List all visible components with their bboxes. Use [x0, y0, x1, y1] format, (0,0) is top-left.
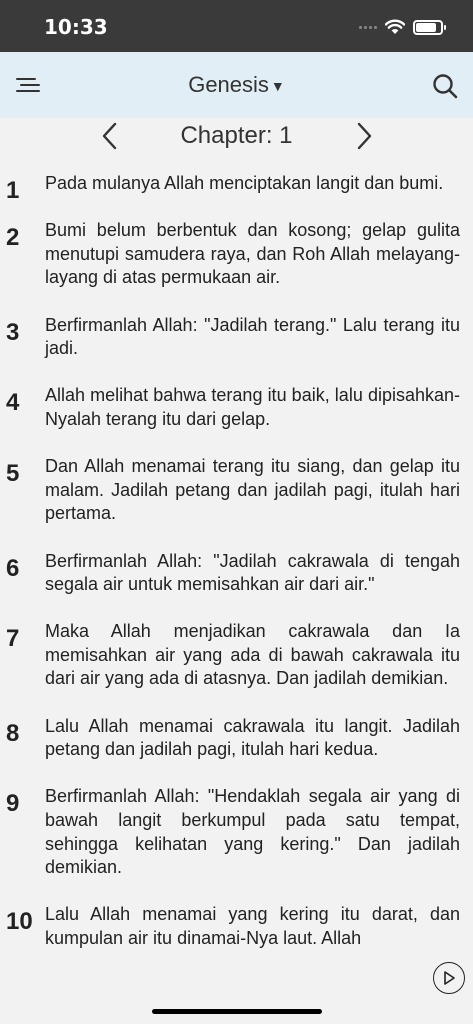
- verse-text: Berfirmanlah Allah: "Jadilah cakrawala d…: [45, 550, 460, 595]
- status-bar: 10:33: [0, 0, 473, 52]
- verse-number: 1: [6, 177, 20, 204]
- home-indicator[interactable]: [152, 1009, 322, 1014]
- search-button[interactable]: [431, 72, 459, 100]
- signal-icon: [359, 25, 377, 29]
- verse-text: Pada mulanya Allah menciptakan langit da…: [45, 173, 444, 193]
- verse-item[interactable]: 3 Berfirmanlah Allah: "Jadilah terang." …: [0, 314, 473, 361]
- verse-item[interactable]: 2 Bumi belum berbentuk dan kosong; gelap…: [0, 219, 473, 290]
- verse-number: 6: [6, 554, 20, 582]
- verse-number: 4: [6, 389, 20, 417]
- verse-number: 8: [6, 719, 20, 747]
- verse-number: 2: [6, 224, 20, 252]
- verse-text: Dan Allah menamai terang itu siang, dan …: [45, 456, 460, 524]
- verse-item[interactable]: 6 Berfirmanlah Allah: "Jadilah cakrawala…: [0, 550, 473, 597]
- chapter-nav: Chapter: 1: [0, 118, 473, 154]
- verse-item[interactable]: 7 Maka Allah menjadikan cakrawala dan Ia…: [0, 620, 473, 691]
- verse-text: Maka Allah menjadikan cakrawala dan Ia m…: [45, 621, 460, 689]
- verse-item[interactable]: 5 Dan Allah menamai terang itu siang, da…: [0, 455, 473, 526]
- search-icon: [433, 74, 458, 99]
- status-icons: [359, 17, 446, 37]
- book-title: Genesis: [188, 72, 269, 97]
- caret-down-icon: ▼: [270, 78, 285, 95]
- verse-text: Berfirmanlah Allah: "Hendaklah segala ai…: [45, 786, 460, 878]
- verse-item[interactable]: 9 Berfirmanlah Allah: "Hendaklah segala …: [0, 785, 473, 879]
- verse-list: 1 Pada mulanya Allah menciptakan langit …: [0, 172, 473, 974]
- verse-text: Lalu Allah menamai yang kering itu darat…: [45, 904, 460, 948]
- verse-number: 3: [6, 318, 20, 346]
- book-selector[interactable]: Genesis ▼: [0, 72, 473, 98]
- wifi-icon: [385, 19, 405, 34]
- battery-fill: [416, 22, 437, 32]
- verse-number: 5: [6, 460, 20, 488]
- next-chapter-button[interactable]: [350, 120, 378, 152]
- nav-bar: Genesis ▼: [0, 52, 473, 118]
- status-time: 10:33: [44, 15, 108, 39]
- verse-text: Berfirmanlah Allah: "Jadilah terang." La…: [45, 314, 460, 359]
- battery-icon: [413, 19, 446, 35]
- verse-number: 7: [6, 625, 20, 653]
- verse-item[interactable]: 4 Allah melihat bahwa terang itu baik, l…: [0, 384, 473, 431]
- play-circle-icon: [444, 971, 455, 985]
- verse-item[interactable]: 10 Lalu Allah menamai yang kering itu da…: [0, 903, 473, 950]
- verse-text: Bumi belum berbentuk dan kosong; gelap g…: [45, 220, 460, 288]
- verse-item[interactable]: 1 Pada mulanya Allah menciptakan langit …: [0, 172, 473, 204]
- verse-item[interactable]: 8 Lalu Allah menamai cakrawala itu langi…: [0, 715, 473, 762]
- chapter-label: Chapter: 1: [180, 122, 293, 149]
- chevron-right-icon: [357, 122, 372, 150]
- play-audio-button[interactable]: [433, 962, 465, 994]
- verse-text: Allah melihat bahwa terang itu baik, lal…: [45, 385, 460, 429]
- verse-text: Lalu Allah menamai cakrawala itu langit.…: [45, 715, 460, 760]
- verse-number: 10: [6, 908, 33, 936]
- verse-number: 9: [6, 790, 20, 818]
